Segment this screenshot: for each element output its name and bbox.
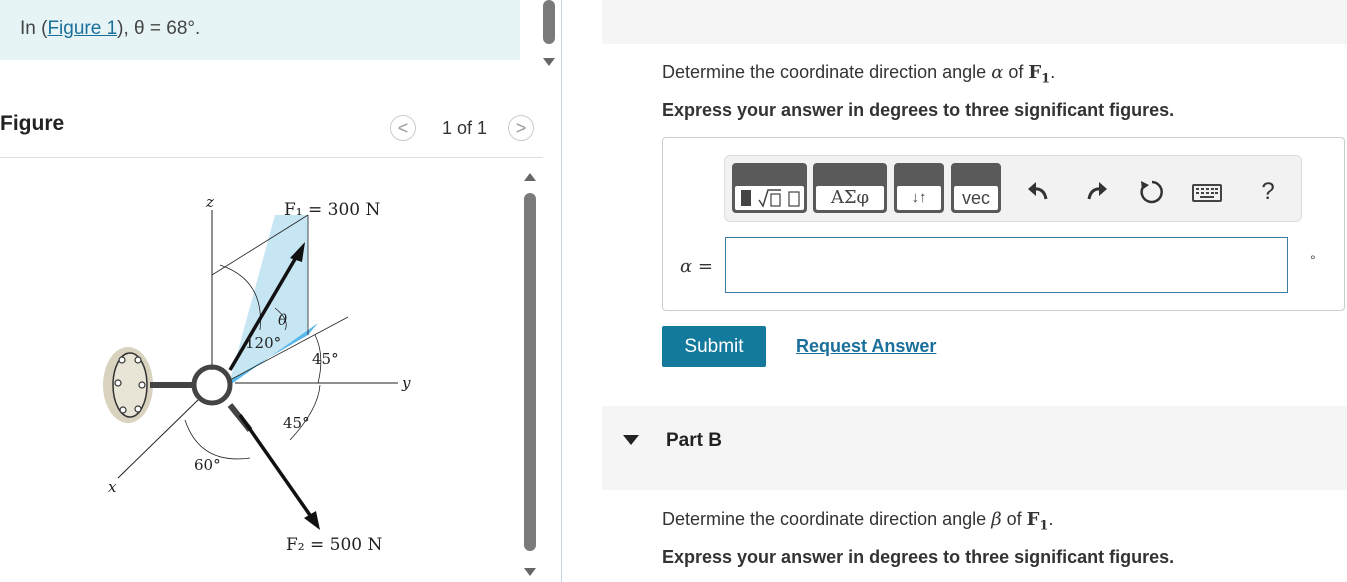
reset-icon[interactable] xyxy=(1138,178,1166,206)
angle-45b-label: 45° xyxy=(283,414,310,432)
part-b-question: Determine the coordinate direction angle… xyxy=(662,509,1053,534)
keyboard-icon[interactable] xyxy=(1192,184,1222,202)
part-a-header xyxy=(602,0,1347,44)
next-figure-button[interactable]: > xyxy=(508,115,534,141)
figure-scroll-down-arrow[interactable] xyxy=(524,568,536,576)
figure-divider xyxy=(0,157,543,158)
submit-button[interactable]: Submit xyxy=(662,326,766,367)
theta-label: θ xyxy=(278,311,287,329)
part-b-instruction: Express your answer in degrees to three … xyxy=(662,547,1175,567)
y-label: y xyxy=(401,374,411,392)
arrows-button[interactable]: ↓↑ xyxy=(894,163,944,213)
part-a-question: Determine the coordinate direction angle… xyxy=(662,62,1055,87)
angle-45a-label: 45° xyxy=(312,350,339,368)
angle-60-label: 60° xyxy=(194,456,221,474)
templates-button[interactable] xyxy=(732,163,807,213)
question-text-mid: of xyxy=(1003,62,1029,82)
degree-unit: ° xyxy=(1310,252,1316,268)
scroll-down-arrow[interactable] xyxy=(543,58,555,66)
chevron-down-icon[interactable] xyxy=(623,435,639,445)
alpha-symbol: α xyxy=(991,62,1004,83)
redo-icon[interactable] xyxy=(1083,178,1111,206)
question-text: Determine the coordinate direction angle xyxy=(662,62,992,82)
figure-scrollbar-thumb[interactable] xyxy=(524,193,536,551)
vector-label: vec xyxy=(954,186,998,210)
prev-figure-button[interactable]: < xyxy=(390,115,416,141)
statics-figure: z y x F₁ = 300 N F₂ = 500 N θ 120° 45° 4… xyxy=(103,193,411,555)
x-label: x xyxy=(108,478,117,496)
question-end: . xyxy=(1050,62,1056,82)
alpha-answer-input[interactable] xyxy=(725,237,1288,293)
arrows-label: ↓↑ xyxy=(897,186,941,210)
arc-60 xyxy=(184,419,251,460)
intro-suffix: ), θ = 68°. xyxy=(117,18,201,39)
intro-prefix: In ( xyxy=(20,18,48,39)
question-text: Determine the coordinate direction angle xyxy=(662,509,992,529)
undo-icon[interactable] xyxy=(1024,178,1052,206)
pane-divider[interactable] xyxy=(561,0,562,582)
question-text-mid: of xyxy=(1001,509,1027,529)
f1-label: F₁ = 300 N xyxy=(284,200,381,220)
force-symbol: F xyxy=(1026,509,1040,530)
help-icon[interactable]: ? xyxy=(1254,178,1282,206)
figure-link[interactable]: Figure 1 xyxy=(47,18,117,39)
f2-label: F₂ = 500 N xyxy=(286,535,383,555)
part-a-instruction: Express your answer in degrees to three … xyxy=(662,100,1175,120)
f2-arrowhead xyxy=(304,511,320,530)
force-subscript: 1 xyxy=(1041,71,1051,87)
vector-button[interactable]: vec xyxy=(951,163,1001,213)
figure-title: Figure xyxy=(0,112,65,135)
figure-page-count: 1 of 1 xyxy=(442,118,488,138)
greek-symbols-label: ΑΣφ xyxy=(816,186,884,210)
scrollbar-thumb-top[interactable] xyxy=(543,0,555,44)
part-b-title[interactable]: Part B xyxy=(666,430,722,452)
request-answer-link[interactable]: Request Answer xyxy=(796,336,936,357)
question-end: . xyxy=(1048,509,1054,529)
templates-icon xyxy=(735,186,804,210)
intro-text: In (Figure 1), θ = 68°. xyxy=(20,18,200,40)
force-symbol: F xyxy=(1028,62,1042,83)
z-label: z xyxy=(205,193,214,211)
alpha-input-label: α = xyxy=(680,256,713,277)
greek-symbols-button[interactable]: ΑΣφ xyxy=(813,163,887,213)
angle-120-label: 120° xyxy=(245,334,281,352)
ring xyxy=(191,364,233,406)
beta-symbol: β xyxy=(991,509,1002,530)
figure-scroll-up-arrow[interactable] xyxy=(524,173,536,181)
